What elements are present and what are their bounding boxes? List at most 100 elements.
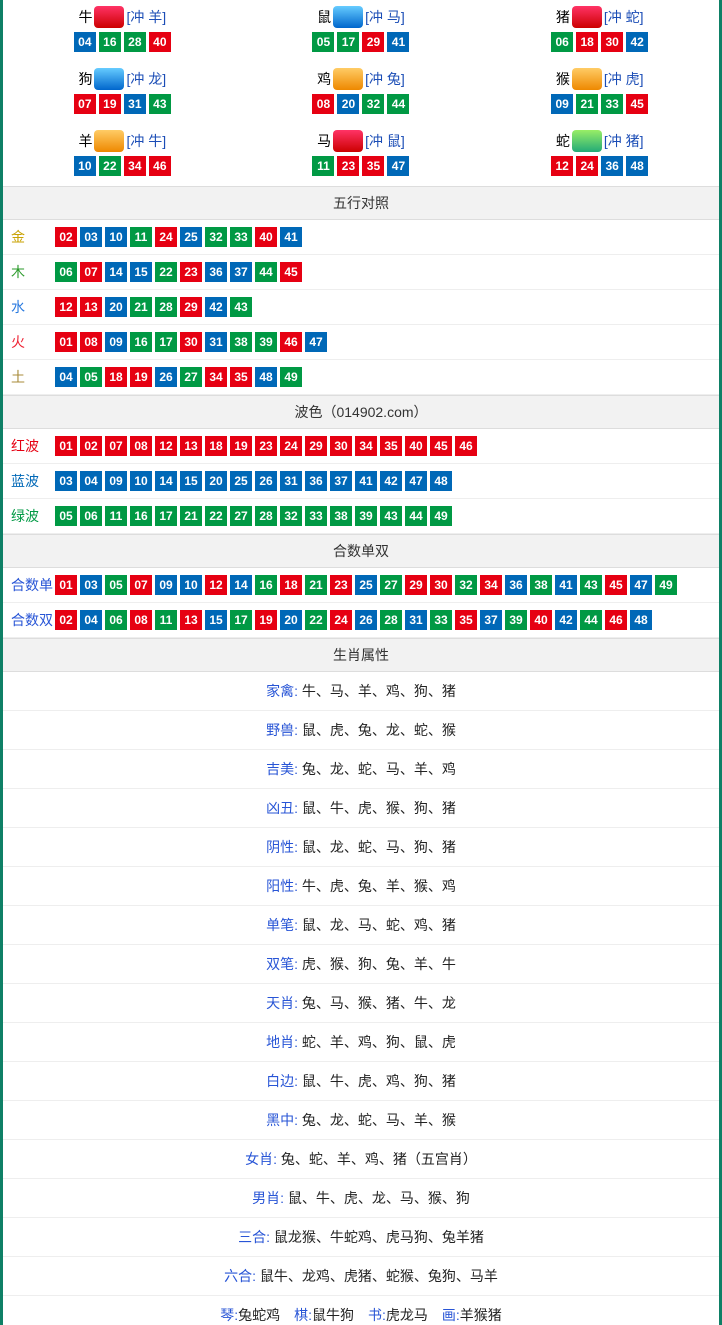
row-numbers: 04051819262734354849 (55, 367, 302, 387)
number-chip: 28 (255, 506, 277, 526)
number-chip: 24 (330, 610, 352, 630)
number-chip: 23 (330, 575, 352, 595)
number-chip: 32 (205, 227, 227, 247)
zodiac-grid: 牛[冲 羊]04162840鼠[冲 马]05172941猪[冲 蛇]061830… (3, 0, 719, 186)
number-chip: 16 (99, 32, 121, 52)
number-chip: 20 (205, 471, 227, 491)
zodiac-cell: 马[冲 鼠]11233547 (242, 124, 481, 186)
number-chip: 15 (130, 262, 152, 282)
row-numbers: 0103050709101214161821232527293032343638… (55, 575, 677, 595)
zodiac-name: 羊 (78, 131, 92, 151)
number-chip: 27 (180, 367, 202, 387)
number-chip: 06 (105, 610, 127, 630)
number-chip: 20 (280, 610, 302, 630)
zodiac-clash: [冲 兔] (365, 69, 405, 89)
number-chip: 16 (130, 506, 152, 526)
zodiac-clash: [冲 羊] (126, 7, 166, 27)
four-value: 兔蛇鸡 (238, 1307, 280, 1323)
row-numbers: 03040910141520252631363741424748 (55, 471, 452, 491)
row-label: 合数双 (11, 610, 55, 630)
number-chip: 07 (105, 436, 127, 456)
number-chip: 34 (205, 367, 227, 387)
row-numbers: 0102070812131819232429303435404546 (55, 436, 477, 456)
row-label: 金 (11, 227, 55, 247)
four-pair: 书:虎龙马 (368, 1307, 428, 1323)
attr-value: 牛、虎、兔、羊、猴、鸡 (302, 878, 456, 894)
number-chip: 29 (405, 575, 427, 595)
number-chip: 27 (230, 506, 252, 526)
number-chip: 42 (555, 610, 577, 630)
number-chip: 46 (455, 436, 477, 456)
attr-value: 鼠、牛、虎、鸡、狗、猪 (302, 1073, 456, 1089)
zodiac-cell: 猴[冲 虎]09213345 (480, 62, 719, 124)
zodiac-clash: [冲 马] (365, 7, 405, 27)
number-chip: 22 (99, 156, 121, 176)
number-chip: 05 (105, 575, 127, 595)
number-chip: 28 (380, 610, 402, 630)
zodiac-name: 蛇 (556, 131, 570, 151)
number-chip: 39 (505, 610, 527, 630)
attr-label: 阴性: (266, 839, 302, 855)
number-chip: 03 (80, 575, 102, 595)
number-chip: 21 (180, 506, 202, 526)
zodiac-clash: [冲 蛇] (604, 7, 644, 27)
zodiac-clash: [冲 龙] (126, 69, 166, 89)
number-chip: 46 (605, 610, 627, 630)
row-numbers: 1213202128294243 (55, 297, 252, 317)
number-chip: 08 (130, 610, 152, 630)
number-chip: 22 (155, 262, 177, 282)
number-chip: 29 (180, 297, 202, 317)
number-chip: 24 (155, 227, 177, 247)
zodiac-cell: 猪[冲 蛇]06183042 (480, 0, 719, 62)
attr-row: 吉美: 兔、龙、蛇、马、羊、鸡 (3, 750, 719, 789)
four-pair: 琴:兔蛇鸡 (220, 1307, 280, 1323)
attr-value: 鼠、牛、虎、猴、狗、猪 (302, 800, 456, 816)
number-chip: 33 (305, 506, 327, 526)
attr-value: 蛇、羊、鸡、狗、鼠、虎 (302, 1034, 456, 1050)
zodiac-cell: 狗[冲 龙]07193143 (3, 62, 242, 124)
number-chip: 43 (380, 506, 402, 526)
number-chip: 08 (312, 94, 334, 114)
number-chip: 21 (576, 94, 598, 114)
number-chip: 05 (312, 32, 334, 52)
attr-value: 兔、蛇、羊、鸡、猪（五宫肖） (281, 1151, 477, 1167)
four-pair: 画:羊猴猪 (442, 1307, 502, 1323)
four-value: 虎龙马 (386, 1307, 428, 1323)
number-chip: 32 (455, 575, 477, 595)
number-chip: 17 (155, 506, 177, 526)
attr-row: 凶丑: 鼠、牛、虎、猴、狗、猪 (3, 789, 719, 828)
number-chip: 49 (280, 367, 302, 387)
number-chip: 35 (230, 367, 252, 387)
row-label: 土 (11, 367, 55, 387)
number-chip: 28 (124, 32, 146, 52)
number-chip: 02 (55, 227, 77, 247)
number-chip: 34 (124, 156, 146, 176)
number-chip: 14 (155, 471, 177, 491)
number-chip: 45 (280, 262, 302, 282)
attr-row: 野兽: 鼠、虎、兔、龙、蛇、猴 (3, 711, 719, 750)
section-title-wuxing: 五行对照 (3, 186, 719, 220)
zodiac-name: 马 (317, 131, 331, 151)
number-chip: 25 (355, 575, 377, 595)
zodiac-icon (94, 68, 124, 90)
number-chip: 13 (180, 436, 202, 456)
attr-value: 牛、马、羊、鸡、狗、猪 (302, 683, 456, 699)
number-chip: 46 (149, 156, 171, 176)
number-chip: 12 (155, 436, 177, 456)
number-chip: 08 (80, 332, 102, 352)
attr-label: 女肖: (245, 1151, 281, 1167)
number-chip: 05 (55, 506, 77, 526)
number-chip: 12 (205, 575, 227, 595)
number-chip: 31 (405, 610, 427, 630)
number-chip: 19 (99, 94, 121, 114)
zodiac-title: 猪[冲 蛇] (556, 6, 644, 28)
number-chip: 30 (180, 332, 202, 352)
four-key: 棋: (294, 1307, 312, 1323)
number-chip: 07 (130, 575, 152, 595)
number-chip: 16 (255, 575, 277, 595)
attr-value: 鼠、虎、兔、龙、蛇、猴 (302, 722, 456, 738)
number-chip: 03 (80, 227, 102, 247)
row-numbers: 05061116172122272832333839434449 (55, 506, 452, 526)
attr-value: 鼠、龙、马、蛇、鸡、猪 (302, 917, 456, 933)
number-chip: 22 (305, 610, 327, 630)
